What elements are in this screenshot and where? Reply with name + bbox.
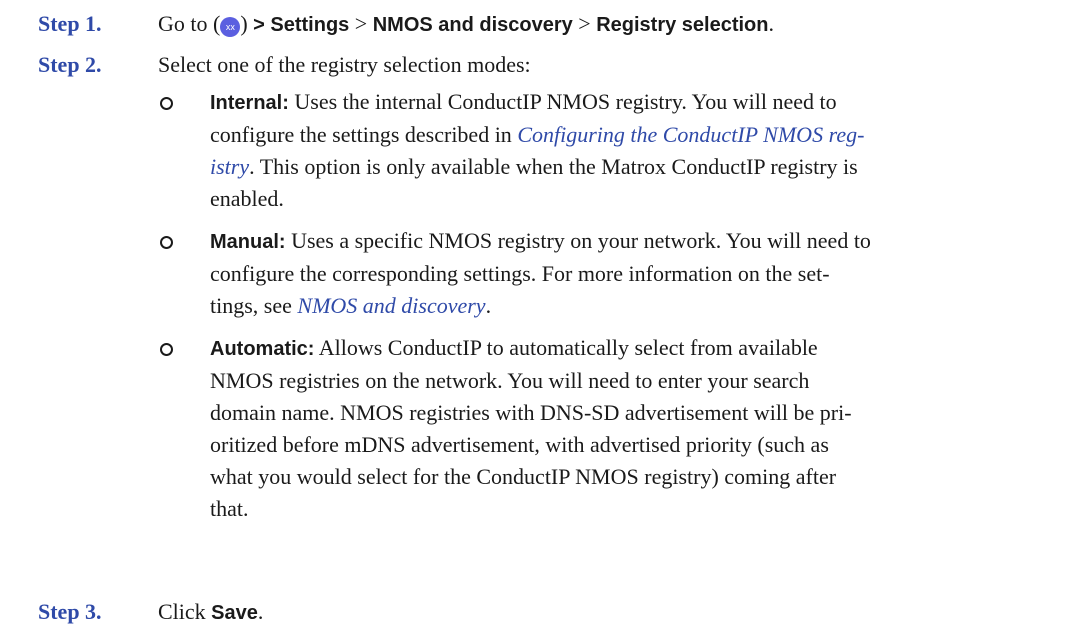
step-2-text: Select one of the registry selection mod…	[158, 52, 531, 77]
option-automatic: Automatic: Allows ConductIP to automatic…	[158, 332, 1038, 525]
option-line: that.	[210, 496, 249, 521]
option-term: Automatic:	[210, 338, 315, 360]
option-text: .	[485, 293, 492, 318]
menu-xx-icon: xx	[220, 17, 241, 37]
option-internal: Internal: Uses the internal ConductIP NM…	[158, 86, 1038, 215]
step-1-text: Go to (xx) > Settings > NMOS and discove…	[158, 8, 1038, 41]
option-term: Internal:	[210, 92, 289, 114]
settings-path: > Settings	[253, 14, 350, 36]
configuring-registry-link-cont[interactable]: istry	[210, 154, 249, 179]
option-line: domain name. NMOS registries with DNS-SD…	[210, 400, 852, 425]
step-2-label: Step 2.	[38, 52, 102, 77]
step-1-period: .	[768, 11, 775, 36]
option-line: tings, see NMOS and discovery.	[210, 290, 1038, 322]
go-to-text: Go to (	[158, 11, 221, 36]
procedure-document: Step 1. Go to (xx) > Settings > NMOS and…	[0, 0, 1075, 638]
option-line: Automatic: Allows ConductIP to automatic…	[210, 332, 1038, 365]
option-line: istry. This option is only available whe…	[210, 151, 1038, 183]
option-text: configure the settings described in	[210, 122, 512, 147]
configuring-registry-link[interactable]: Configuring the ConductIP NMOS reg-	[517, 122, 864, 147]
option-line: NMOS registries on the network. You will…	[210, 368, 810, 393]
bullet-icon	[160, 97, 173, 110]
option-line: what you would select for the ConductIP …	[210, 464, 837, 489]
registry-path: Registry selection	[596, 14, 769, 36]
step-3-text: Click Save.	[158, 596, 1038, 629]
path-separator-1: >	[354, 11, 368, 36]
option-text: Uses the internal ConductIP NMOS registr…	[294, 89, 837, 114]
option-line: Manual: Uses a specific NMOS registry on…	[210, 225, 1038, 258]
bullet-icon	[160, 343, 173, 356]
option-text: Uses a specific NMOS registry on your ne…	[291, 228, 871, 253]
step-3-period: .	[257, 599, 264, 624]
close-paren: )	[240, 11, 248, 36]
bullet-icon	[160, 236, 173, 249]
option-line: configure the corresponding settings. Fo…	[210, 261, 830, 286]
option-manual: Manual: Uses a specific NMOS registry on…	[158, 225, 1038, 322]
click-text: Click	[158, 599, 206, 624]
step-1-label: Step 1.	[38, 11, 102, 36]
option-line: Internal: Uses the internal ConductIP NM…	[210, 86, 1038, 119]
nmos-discovery-link[interactable]: NMOS and discovery	[297, 293, 485, 318]
step-3-label: Step 3.	[38, 599, 102, 624]
option-line: oritized before mDNS advertisement, with…	[210, 432, 829, 457]
registry-mode-list: Internal: Uses the internal ConductIP NM…	[158, 86, 1038, 525]
option-term: Manual:	[210, 231, 286, 253]
option-line: enabled.	[210, 186, 284, 211]
option-text: tings, see	[210, 293, 292, 318]
option-line: configure the settings described in Conf…	[210, 119, 1038, 151]
option-text: Allows ConductIP to automatically select…	[318, 335, 818, 360]
option-text: . This option is only available when the…	[249, 154, 858, 179]
path-separator-2: >	[578, 11, 591, 36]
save-term: Save	[211, 602, 258, 624]
nmos-path: NMOS and discovery	[372, 14, 573, 36]
